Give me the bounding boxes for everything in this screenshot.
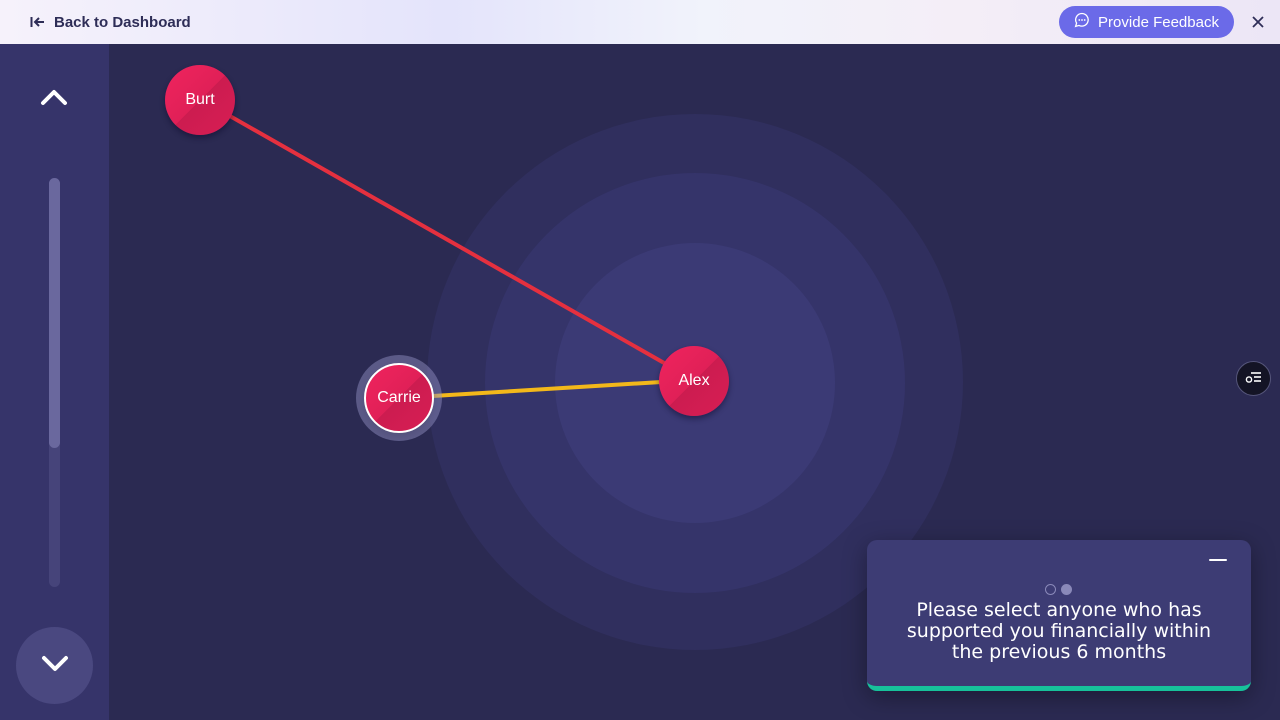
provide-feedback-button[interactable]: Provide Feedback (1059, 6, 1234, 38)
provide-feedback-label: Provide Feedback (1098, 13, 1219, 31)
back-arrow-icon (30, 16, 45, 28)
chevron-down-icon (41, 655, 69, 677)
next-question-button[interactable] (16, 627, 93, 704)
chat-bubble-icon (1074, 12, 1090, 32)
node-carrie[interactable]: Carrie (364, 363, 434, 433)
close-button[interactable] (1248, 12, 1268, 32)
close-icon (1252, 13, 1264, 32)
minimize-button[interactable] (1201, 548, 1235, 572)
node-alex[interactable]: Alex (659, 346, 729, 416)
progress-scrollbar[interactable] (49, 178, 60, 587)
chevron-up-icon (40, 88, 68, 110)
node-burt[interactable]: Burt (165, 65, 235, 135)
minimize-icon (1209, 559, 1227, 561)
left-navigation-panel (0, 44, 109, 720)
back-to-dashboard-label: Back to Dashboard (54, 13, 191, 31)
settings-list-icon (1245, 369, 1263, 388)
step-dot-1[interactable] (1045, 584, 1056, 595)
top-bar: Back to Dashboard Provide Feedback (0, 0, 1280, 44)
step-indicator (1045, 584, 1072, 595)
node-label: Alex (678, 372, 710, 389)
back-to-dashboard-link[interactable]: Back to Dashboard (30, 0, 191, 44)
node-label: Carrie (377, 389, 421, 406)
edge-carrie-alex (399, 378, 695, 400)
previous-question-button[interactable] (34, 84, 74, 114)
options-toggle-button[interactable] (1236, 361, 1271, 396)
step-dot-2[interactable] (1061, 584, 1072, 595)
edge-burt-alex (199, 97, 695, 382)
progress-scrollbar-thumb[interactable] (49, 178, 60, 448)
question-prompt-card: Please select anyone who has supported y… (867, 540, 1251, 691)
node-label: Burt (185, 91, 215, 108)
prompt-question-text: Please select anyone who has supported y… (906, 599, 1212, 663)
